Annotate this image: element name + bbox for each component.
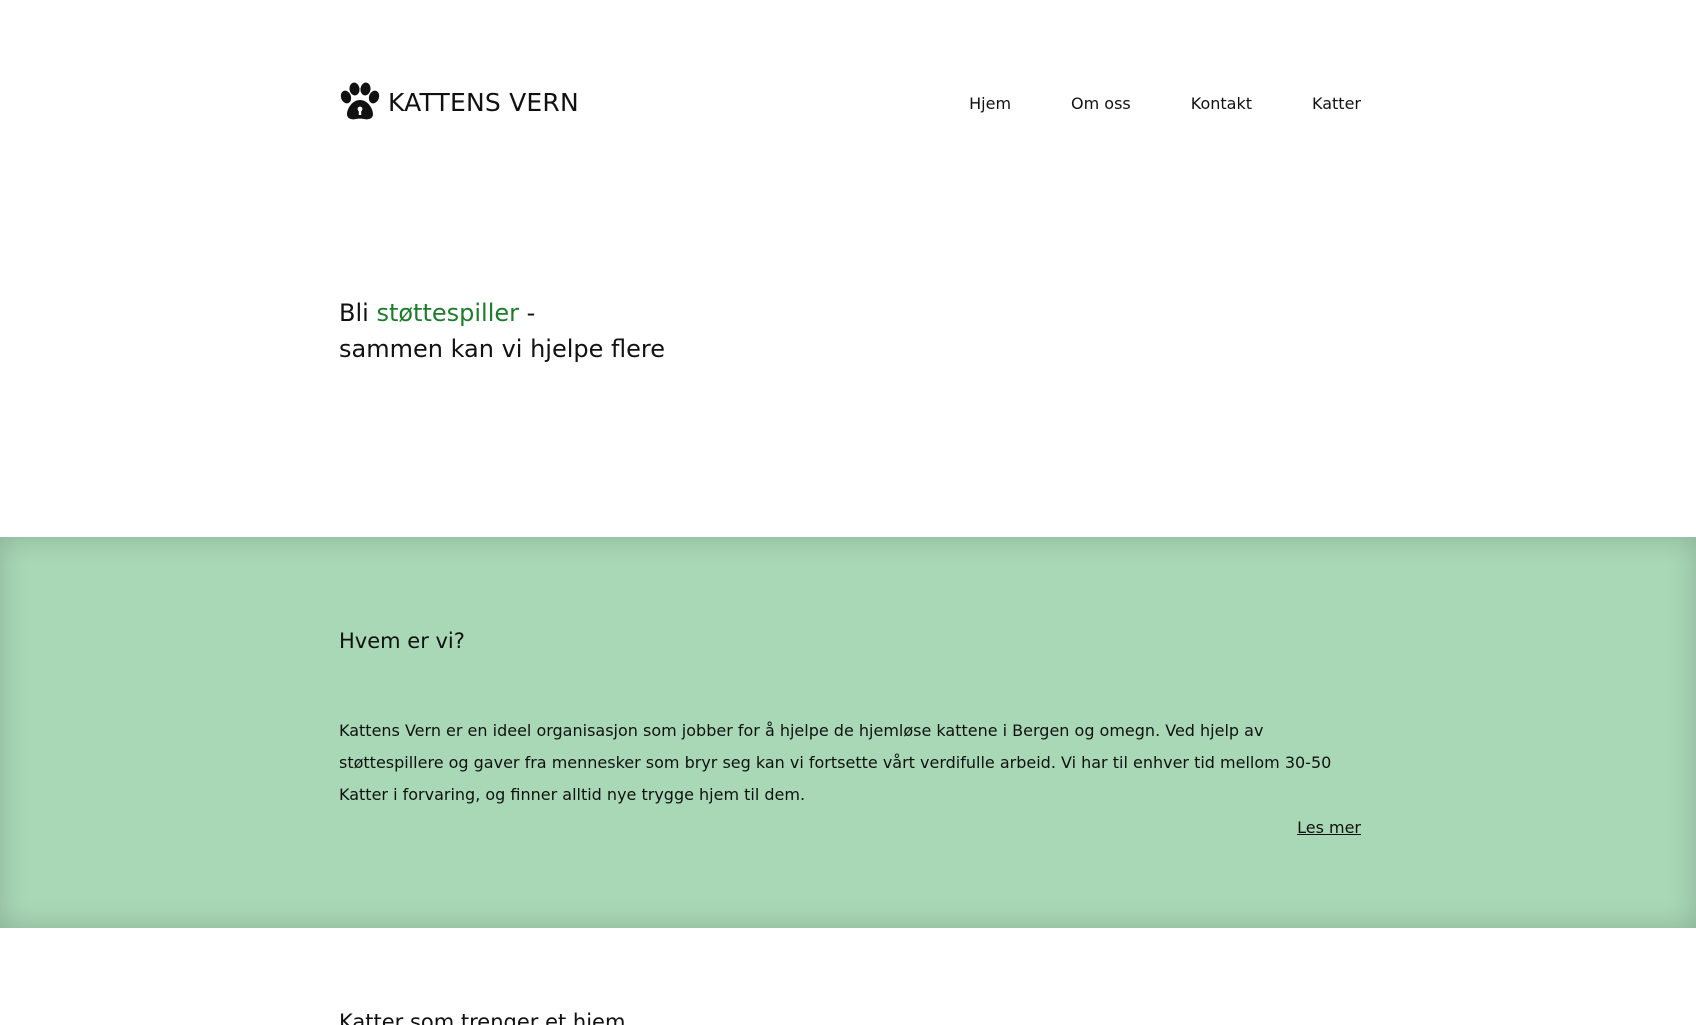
nav-item-katter[interactable]: Katter bbox=[1312, 94, 1361, 113]
hero-title-prefix: Bli bbox=[339, 299, 377, 327]
hero-section: Bli støttespiller - sammen kan vi hjelpe … bbox=[339, 175, 1361, 537]
nav-item-kontakt[interactable]: Kontakt bbox=[1191, 94, 1252, 113]
logo-text: KATTENS VERN bbox=[388, 87, 579, 117]
logo-link[interactable]: KATTENS VERN bbox=[339, 82, 579, 122]
hero-title-accent: støttespiller bbox=[376, 299, 519, 327]
about-section: Hvem er vi? Kattens Vern er en ideel org… bbox=[0, 537, 1696, 928]
cats-section: Katter som trenger et hjem bbox=[339, 928, 1361, 1025]
hero-title: Bli støttespiller - sammen kan vi hjelpe … bbox=[339, 295, 665, 367]
paw-icon bbox=[340, 82, 380, 120]
nav-item-hjem[interactable]: Hjem bbox=[969, 94, 1011, 113]
cats-heading: Katter som trenger et hjem bbox=[339, 1010, 626, 1025]
about-text: Kattens Vern er en ideel organisasjon so… bbox=[339, 721, 1332, 804]
nav-item-om-oss[interactable]: Om oss bbox=[1071, 94, 1131, 113]
about-heading: Hvem er vi? bbox=[339, 629, 465, 653]
main-nav: Hjem Om oss Kontakt Katter bbox=[909, 94, 1361, 113]
read-more-link[interactable]: Les mer bbox=[1297, 818, 1361, 837]
hero-title-suffix: - bbox=[519, 299, 536, 327]
hero-subtitle: sammen kan vi hjelpe flere bbox=[339, 335, 666, 363]
site-header: KATTENS VERN Hjem Om oss Kontakt Katter bbox=[339, 0, 1361, 175]
